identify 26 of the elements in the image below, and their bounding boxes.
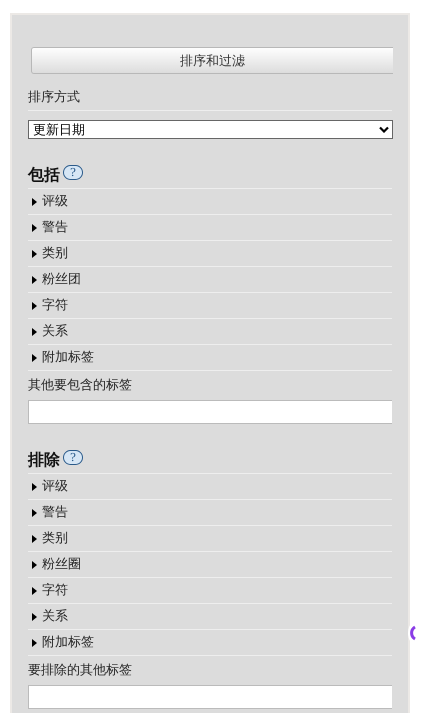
section-heading: 排除 — [28, 450, 60, 471]
tags-label: 其他要包含的标签 — [28, 377, 133, 394]
sort-filter-button[interactable]: 排序和过滤 — [31, 47, 393, 74]
tags-label: 要排除的其他标签 — [28, 662, 133, 679]
filter-toggle[interactable]: 警告 — [28, 215, 392, 241]
filter-toggle[interactable]: 类别 — [28, 241, 392, 267]
filter-toggle[interactable]: 粉丝团 — [28, 267, 392, 293]
sort-label: 排序方式 — [28, 88, 392, 111]
filter-toggle[interactable]: 评级 — [28, 189, 392, 215]
section-heading: 包括 — [28, 165, 60, 186]
chevron-icon — [379, 126, 389, 133]
help-button[interactable]: ? — [63, 450, 83, 465]
filter-toggle[interactable]: 警告 — [28, 500, 392, 526]
filter-toggle[interactable]: 评级 — [28, 474, 392, 500]
filter-toggle[interactable]: 字符 — [28, 578, 392, 604]
tags-input-field[interactable] — [28, 685, 392, 709]
filter-toggle[interactable]: 关系 — [28, 319, 392, 345]
filter-toggle[interactable]: 字符 — [28, 293, 392, 319]
filter-toggle[interactable]: 附加标签 — [28, 630, 392, 656]
filter-toggle[interactable]: 附加标签 — [28, 345, 392, 371]
tags-input-field[interactable] — [28, 400, 392, 424]
help-button[interactable]: ? — [63, 165, 83, 180]
sort-select[interactable]: 更新日期 — [28, 120, 393, 139]
filter-toggle[interactable]: 关系 — [28, 604, 392, 630]
filter-toggle[interactable]: 类别 — [28, 526, 392, 552]
filter-toggle[interactable]: 粉丝圈 — [28, 552, 392, 578]
